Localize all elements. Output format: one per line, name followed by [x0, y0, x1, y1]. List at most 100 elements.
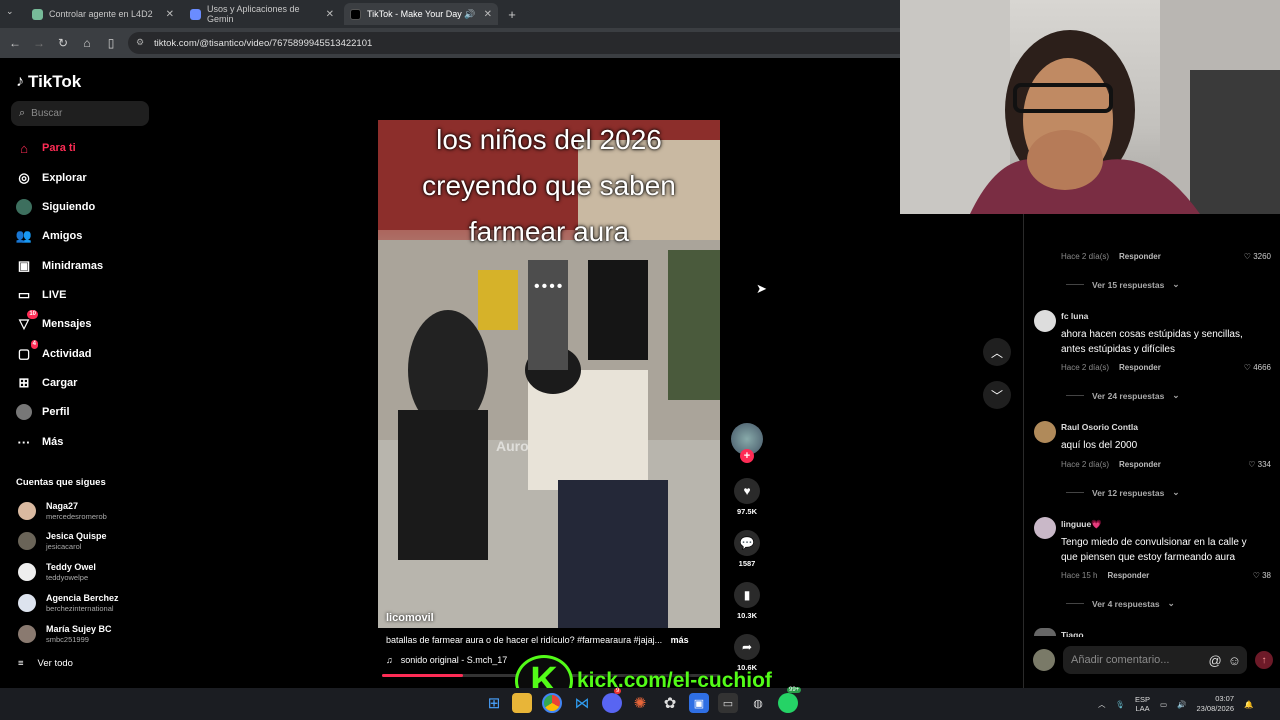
- comment-author[interactable]: Raul Osorio Contla: [1061, 422, 1138, 432]
- avatar[interactable]: [1034, 517, 1056, 539]
- chrome-icon[interactable]: [542, 693, 562, 713]
- save-button[interactable]: ▮ 10.3K: [733, 582, 761, 620]
- microphone-icon[interactable]: 🎙: [1116, 700, 1126, 709]
- followed-account[interactable]: Naga27 mercedesromerob: [18, 499, 107, 523]
- send-button[interactable]: ↑: [1255, 651, 1273, 669]
- view-replies-label: Ver 24 respuestas: [1092, 390, 1165, 401]
- sun-app-icon[interactable]: ✺: [630, 693, 650, 713]
- view-replies-button[interactable]: Ver 4 respuestas ⌄: [1066, 598, 1175, 609]
- followed-account[interactable]: Agencia Berchez berchezinternational: [18, 591, 119, 615]
- account-handle: teddyowelpe: [46, 573, 89, 582]
- comment-button[interactable]: 💬 1587: [733, 530, 761, 568]
- region-label: LAA: [1135, 704, 1150, 713]
- vscode-icon[interactable]: ⋈: [572, 693, 592, 713]
- notification-icon[interactable]: 🔔: [1244, 700, 1253, 709]
- avatar[interactable]: [1034, 310, 1056, 332]
- close-icon[interactable]: ✕: [166, 9, 174, 20]
- followed-account[interactable]: María Sujey BC smbc251999: [18, 622, 112, 646]
- comment-author[interactable]: linguue💗: [1061, 519, 1102, 530]
- app-blue-icon[interactable]: ▣: [689, 693, 709, 713]
- reply-button[interactable]: Responder: [1119, 460, 1161, 469]
- tab-l4d2[interactable]: Controlar agente en L4D2 ✕: [26, 3, 180, 25]
- reply-button[interactable]: Responder: [1119, 252, 1161, 261]
- next-video-button[interactable]: ﹀: [983, 381, 1011, 409]
- add-comment-bar: Añadir comentario... @ ☺ ↑: [1033, 646, 1273, 674]
- search-input[interactable]: ⌕ Buscar: [11, 101, 149, 126]
- sidebar-item-minidramas[interactable]: ▣ Minidramas: [16, 256, 103, 276]
- new-tab-button[interactable]: +: [504, 6, 520, 22]
- sidebar-item-live[interactable]: ▭ LIVE: [16, 285, 67, 305]
- sidebar-item-para-ti[interactable]: ⌂ Para ti: [16, 138, 76, 158]
- sidebar-item-amigos[interactable]: 👥 Amigos: [16, 226, 82, 246]
- file-explorer-icon[interactable]: [512, 693, 532, 713]
- follow-plus-icon[interactable]: +: [740, 449, 754, 463]
- reload-icon[interactable]: ↻: [54, 34, 72, 52]
- sidebar-item-mas[interactable]: ··· Más: [16, 432, 64, 452]
- reply-button[interactable]: Responder: [1119, 363, 1161, 372]
- sidebar-item-actividad[interactable]: ▢ 4 Actividad: [16, 340, 92, 364]
- forward-icon[interactable]: →: [30, 34, 48, 52]
- network-icon[interactable]: ▭: [1160, 700, 1167, 709]
- volume-icon[interactable]: 🔊: [1177, 700, 1186, 709]
- windows-start-icon[interactable]: ⊞: [484, 693, 504, 713]
- like-button[interactable]: ♥ 97.5K: [733, 478, 761, 516]
- openai-icon[interactable]: ✿: [660, 693, 680, 713]
- discord-icon[interactable]: 9: [602, 688, 622, 713]
- webcam-overlay: [900, 0, 1280, 214]
- language-indicator[interactable]: ESP LAA: [1135, 695, 1150, 713]
- speaker-icon[interactable]: 🔊: [464, 9, 475, 20]
- comment-author[interactable]: fc luna: [1061, 311, 1088, 321]
- back-icon[interactable]: ←: [6, 34, 24, 52]
- clock[interactable]: 03:07 23/08/2026: [1196, 694, 1234, 714]
- sidebar-item-cargar[interactable]: ⊞ Cargar: [16, 373, 78, 393]
- avatar[interactable]: [1034, 628, 1056, 636]
- video-player[interactable]: los niños del 2026 creyendo que saben fa…: [378, 120, 720, 628]
- comment-author[interactable]: Tiago: [1061, 630, 1084, 637]
- comment-like-count: 38: [1262, 571, 1271, 580]
- tab-tiktok[interactable]: TikTok - Make Your Day 🔊 ✕: [344, 3, 498, 25]
- chevron-up-icon[interactable]: ︿: [1098, 699, 1106, 710]
- comment-like[interactable]: ♡ 334: [1248, 460, 1271, 469]
- comment-like[interactable]: ♡ 3260: [1244, 252, 1271, 261]
- tiktok-logo[interactable]: ♪ TikTok: [16, 72, 81, 92]
- sidebar-item-siguiendo[interactable]: Siguiendo: [16, 197, 95, 217]
- more-link[interactable]: más: [671, 635, 689, 645]
- view-replies-button[interactable]: Ver 15 respuestas ⌄: [1066, 279, 1179, 290]
- previous-video-button[interactable]: ︿: [983, 338, 1011, 366]
- nav-label: Minidramas: [42, 260, 104, 272]
- view-replies-button[interactable]: Ver 24 respuestas ⌄: [1066, 390, 1179, 401]
- see-all-link[interactable]: ≡ Ver todo: [18, 658, 73, 669]
- reply-button[interactable]: Responder: [1107, 571, 1149, 580]
- mention-icon[interactable]: @: [1209, 653, 1222, 668]
- comment-like[interactable]: ♡ 38: [1253, 571, 1271, 580]
- sidebar-item-explorar[interactable]: ◎ Explorar: [16, 168, 86, 188]
- nav-label: Amigos: [42, 230, 83, 242]
- comment-count: 1587: [738, 559, 756, 568]
- comment-input[interactable]: Añadir comentario... @ ☺: [1063, 646, 1247, 674]
- close-icon[interactable]: ✕: [326, 9, 334, 20]
- followed-account[interactable]: Teddy Owel teddyowelpe: [18, 560, 96, 584]
- followed-account[interactable]: Jesica Quispe jesicacarol: [18, 529, 107, 553]
- close-icon[interactable]: ✕: [484, 9, 492, 20]
- steam-icon[interactable]: ◍: [748, 693, 768, 713]
- home-icon[interactable]: ⌂: [78, 34, 96, 52]
- list-icon: ≡: [18, 658, 24, 669]
- sidebar-item-perfil[interactable]: Perfil: [16, 402, 70, 422]
- whatsapp-icon[interactable]: 99+: [778, 687, 802, 713]
- sidebar-toggle-icon[interactable]: ▯: [102, 34, 120, 52]
- avatar: [18, 502, 36, 520]
- sidebar-item-mensajes[interactable]: ▽ 10 Mensajes: [16, 310, 92, 334]
- video-sound[interactable]: ♫ sonido original - S.mch_17: [386, 655, 507, 665]
- address-bar[interactable]: ⚙ tiktok.com/@tisantico/video/7675899945…: [128, 32, 900, 54]
- comment-like[interactable]: ♡ 4666: [1244, 363, 1271, 372]
- clock-time: 03:07: [1215, 694, 1235, 703]
- video-author[interactable]: licomovil: [386, 612, 434, 624]
- view-replies-button[interactable]: Ver 12 respuestas ⌄: [1066, 487, 1179, 498]
- emoji-icon[interactable]: ☺: [1228, 653, 1241, 668]
- site-info-icon[interactable]: ⚙: [136, 37, 144, 48]
- video-description: batallas de farmear aura o de hacer el r…: [386, 635, 689, 645]
- terminal-icon[interactable]: ▭: [718, 693, 738, 713]
- tab-list-icon[interactable]: ⌄: [6, 6, 20, 20]
- avatar[interactable]: [1034, 421, 1056, 443]
- tab-gemini[interactable]: Usos y Aplicaciones de Gemin ✕: [184, 3, 340, 25]
